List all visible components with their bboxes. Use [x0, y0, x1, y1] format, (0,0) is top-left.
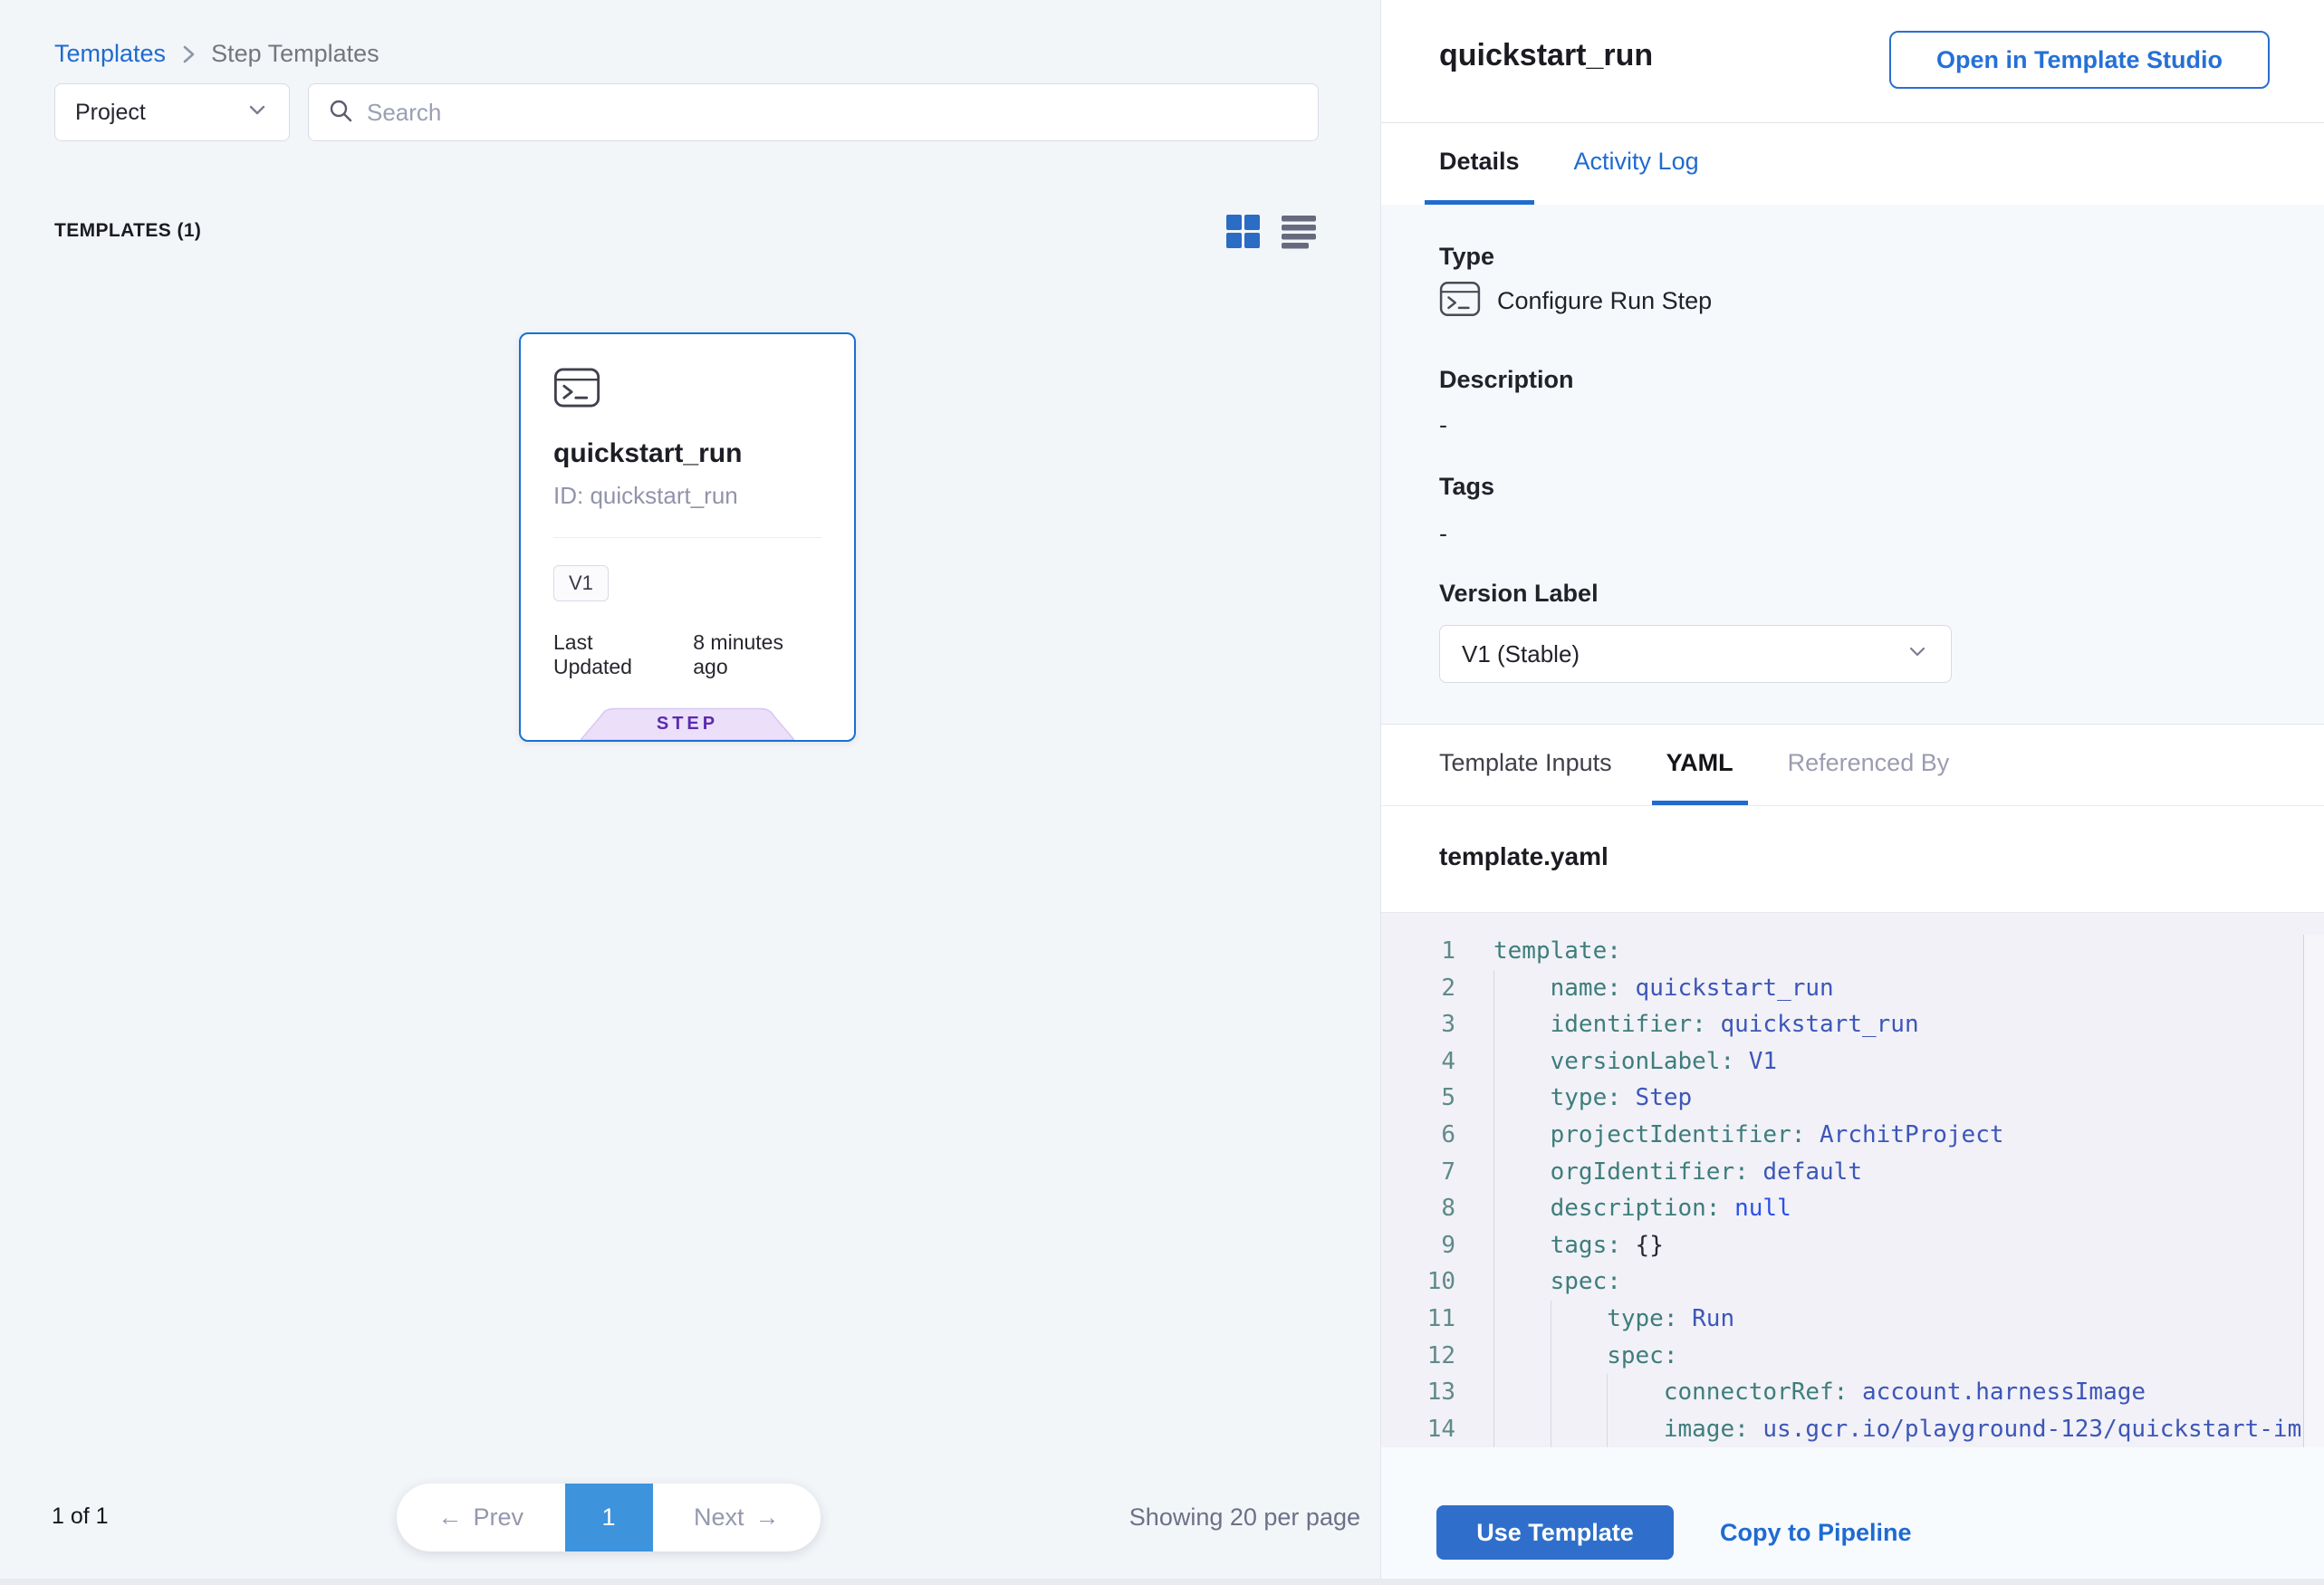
yaml-file-row: template.yaml: [1381, 806, 2324, 913]
yaml-line: 14image: us.gcr.io/playground-123/quicks…: [1381, 1411, 2324, 1447]
last-updated-value: 8 minutes ago: [693, 630, 821, 679]
tab-details[interactable]: Details: [1425, 123, 1534, 205]
arrow-right-icon: →: [755, 1503, 780, 1532]
terminal-window-icon: [1439, 281, 1481, 322]
type-label: Type: [1439, 243, 1494, 271]
yaml-code-lines: 1template:2name: quickstart_run3identifi…: [1381, 933, 2324, 1447]
version-chip: V1: [553, 565, 609, 601]
tags-label: Tags: [1439, 473, 1494, 501]
yaml-editor[interactable]: 1template:2name: quickstart_run3identifi…: [1381, 913, 2324, 1447]
details-tabs: Details Activity Log: [1381, 123, 2324, 205]
content-subtabs: Template Inputs YAML Referenced By: [1381, 725, 2324, 806]
yaml-line: 6projectIdentifier: ArchitProject: [1381, 1117, 2324, 1154]
version-dropdown-value: V1 (Stable): [1462, 640, 1906, 668]
current-page-button[interactable]: 1: [565, 1484, 653, 1551]
editor-scrollbar[interactable]: [2303, 935, 2324, 1447]
details-section: Type Configure Run Step Description - Ta…: [1381, 205, 2324, 725]
breadcrumb-templates-link[interactable]: Templates: [54, 40, 166, 68]
tab-yaml[interactable]: YAML: [1652, 725, 1748, 805]
description-label: Description: [1439, 366, 1574, 394]
view-toggles: [1223, 211, 1319, 251]
scope-dropdown-value: Project: [75, 100, 245, 126]
type-row: Configure Run Step: [1439, 281, 1712, 322]
tab-referenced-by[interactable]: Referenced By: [1773, 725, 1964, 805]
yaml-file-name: template.yaml: [1439, 842, 1609, 871]
breadcrumb-current: Step Templates: [211, 40, 379, 68]
template-card-id: ID: quickstart_run: [553, 482, 821, 510]
yaml-line: 5type: Step: [1381, 1080, 2324, 1117]
next-label: Next: [694, 1503, 744, 1532]
scope-dropdown[interactable]: Project: [54, 83, 290, 141]
last-updated-row: Last Updated 8 minutes ago: [553, 630, 821, 679]
yaml-line: 7orgIdentifier: default: [1381, 1154, 2324, 1191]
version-label: Version Label: [1439, 580, 1599, 608]
list-view-icon[interactable]: [1279, 211, 1319, 251]
grid-view-icon[interactable]: [1223, 211, 1263, 251]
yaml-line: 13connectorRef: account.harnessImage: [1381, 1374, 2324, 1411]
terminal-window-icon: [553, 397, 600, 412]
search-icon: [327, 97, 354, 129]
details-header: quickstart_run Open in Template Studio: [1381, 0, 2324, 123]
search-input[interactable]: [367, 99, 1300, 127]
copy-to-pipeline-link[interactable]: Copy to Pipeline: [1720, 1505, 1912, 1560]
tab-activity-log[interactable]: Activity Log: [1560, 123, 1714, 205]
yaml-line: 3identifier: quickstart_run: [1381, 1006, 2324, 1043]
template-card-title: quickstart_run: [553, 438, 821, 469]
chevron-down-icon: [1906, 639, 1929, 669]
templates-count-label: TEMPLATES (1): [54, 220, 201, 242]
arrow-left-icon: ←: [437, 1503, 462, 1532]
version-dropdown[interactable]: V1 (Stable): [1439, 625, 1952, 683]
yaml-line: 2name: quickstart_run: [1381, 970, 2324, 1007]
filter-row: Project: [54, 83, 1319, 141]
yaml-line: 11type: Run: [1381, 1301, 2324, 1338]
yaml-line: 8description: null: [1381, 1190, 2324, 1227]
step-badge-label: STEP: [581, 714, 794, 735]
yaml-line: 10spec:: [1381, 1263, 2324, 1301]
search-box: [308, 83, 1319, 141]
description-value: -: [1439, 411, 1447, 439]
window-bottom-edge: [0, 1579, 2324, 1585]
yaml-line: 12spec:: [1381, 1338, 2324, 1375]
templates-list-panel: Templates Step Templates Project TEMPLAT…: [0, 0, 1380, 1585]
tags-value: -: [1439, 520, 1447, 548]
open-template-studio-button[interactable]: Open in Template Studio: [1889, 31, 2270, 89]
yaml-line: 9tags: {}: [1381, 1227, 2324, 1264]
list-header-row: TEMPLATES (1): [54, 210, 1319, 252]
chevron-right-icon: [178, 43, 198, 66]
panel-title: quickstart_run: [1439, 38, 1653, 73]
type-value: Configure Run Step: [1497, 287, 1712, 315]
next-page-button[interactable]: Next →: [653, 1484, 821, 1551]
last-updated-label: Last Updated: [553, 630, 675, 679]
chevron-down-icon: [245, 98, 269, 128]
step-type-badge: STEP: [581, 707, 794, 740]
card-divider: [553, 537, 821, 538]
yaml-line: 4versionLabel: V1: [1381, 1043, 2324, 1081]
tab-template-inputs[interactable]: Template Inputs: [1425, 725, 1627, 805]
use-template-button[interactable]: Use Template: [1436, 1505, 1674, 1560]
prev-page-button[interactable]: ← Prev: [397, 1484, 565, 1551]
page-summary: 1 of 1: [52, 1503, 109, 1530]
per-page-label: Showing 20 per page: [1129, 1503, 1360, 1532]
breadcrumb: Templates Step Templates: [54, 40, 379, 68]
template-details-panel: quickstart_run Open in Template Studio D…: [1380, 0, 2324, 1585]
prev-label: Prev: [473, 1503, 523, 1532]
template-card[interactable]: quickstart_run ID: quickstart_run V1 Las…: [519, 332, 856, 742]
yaml-line: 1template:: [1381, 933, 2324, 970]
pagination: ← Prev 1 Next →: [397, 1484, 821, 1551]
details-footer: Use Template Copy to Pipeline: [1381, 1447, 2324, 1585]
